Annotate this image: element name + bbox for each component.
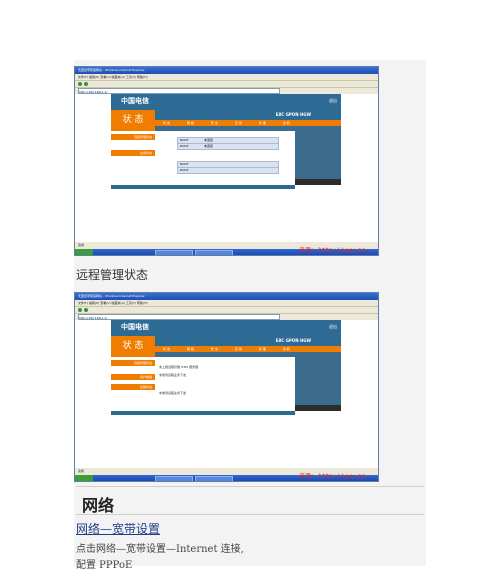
left-item-remote: 远程管理状态 [111,360,155,366]
status-content: ROOT 未连接 ROOT 未连接 ROOT ROOT [155,131,295,185]
model-bar: E8C GPON HGW [155,336,341,346]
section-heading: 网络 [82,496,115,515]
logout-link: 退出 [329,98,337,103]
browser-toolbar [75,307,378,314]
brand-logo: 中国电信 [121,97,149,105]
tab-application: 应 用 [234,121,242,125]
window-title: 天翼宽带家庭网关 - Windows Internet Explorer [75,67,378,74]
left-menu: 远程管理状态 用户数据 链路状态 [111,357,155,411]
model-name: E8C GPON HGW [275,338,311,343]
remote-line: 未上报远程管理 ITMS 服务器 [159,365,199,369]
divider [76,486,424,487]
browser-toolbar [75,81,378,88]
remote-line: 未收到远程业务下发 [159,373,187,377]
status-row: ROOT 未连接 [177,143,279,150]
config-text: 配置 PPPoE [76,560,133,571]
window-title: 天翼宽带家庭网关 - Windows Internet Explorer [75,293,378,300]
browser-viewport: 中国电信 退出 状 态 E8C GPON HGW 状 态 网 络 安 全 应 用… [75,94,378,242]
router-footer [111,411,295,415]
browser-viewport: 中国电信 退出 状 态 E8C GPON HGW 状 态 网 络 安 全 应 用… [75,320,378,468]
remote-line: 未收到远程业务下发 [159,391,187,395]
tab-diagnose: 诊 断 [282,347,290,351]
left-item-remote: 远程管理状态 [111,134,155,140]
logout-link: 退出 [329,324,337,329]
tab-network: 网 络 [186,347,194,351]
taskbar-item [195,250,233,255]
left-menu: 远程管理状态 业务状态 [111,131,155,185]
start-button [75,249,93,255]
tab-security: 安 全 [210,347,218,351]
router-banner: 中国电信 退出 [111,320,341,336]
forward-icon [84,308,88,312]
tab-diagnose: 诊 断 [282,121,290,125]
tab-management: 管 理 [258,121,266,125]
brand-logo: 中国电信 [121,323,149,331]
watermark: 来源: http://www.pc... [298,247,376,254]
router-banner: 中国电信 退出 [111,94,341,110]
right-panel [295,131,341,185]
remote-content: 未上报远程管理 ITMS 服务器 未收到远程业务下发 未收到远程业务下发 [155,357,295,411]
tab-status: 状 态 [163,347,170,351]
forward-icon [84,82,88,86]
left-item-user-data: 用户数据 [111,374,155,380]
taskbar-item [195,476,233,481]
model-name: E8C GPON HGW [275,112,311,117]
menu-bar: 文件(F) 编辑(E) 查看(V) 收藏夹(A) 工具(T) 帮助(H) [75,74,378,81]
instruction-text: 点击网络—宽带设置—Internet 连接, [76,544,244,555]
status-row: ROOT [177,167,279,174]
tab-management: 管 理 [258,347,266,351]
tab-status: 状 态 [163,121,170,125]
divider [76,514,424,515]
model-bar: E8C GPON HGW [155,110,341,120]
back-icon [78,308,82,312]
taskbar-item [155,250,193,255]
router-screenshot-remote: 天翼宽带家庭网关 - Windows Internet Explorer 文件(… [74,292,379,482]
tab-application: 应 用 [234,347,242,351]
left-item-service: 业务状态 [111,150,155,156]
taskbar-item [155,476,193,481]
router-screenshot-status: 天翼宽带家庭网关 - Windows Internet Explorer 文件(… [74,66,379,256]
network-broadband-link[interactable]: 网络—宽带设置 [76,520,160,537]
right-panel [295,357,341,411]
caption-remote-status: 远程管理状态 [76,268,149,282]
tab-network: 网 络 [186,121,194,125]
start-button [75,475,93,481]
left-item-link-status: 链路状态 [111,384,155,390]
router-footer [111,185,295,189]
panel-title: 状 态 [111,110,155,131]
back-icon [78,82,82,86]
watermark: 来源: http://www.pc... [298,473,376,480]
tab-security: 安 全 [210,121,218,125]
panel-title: 状 态 [111,336,155,357]
menu-bar: 文件(F) 编辑(E) 查看(V) 收藏夹(A) 工具(T) 帮助(H) [75,300,378,307]
